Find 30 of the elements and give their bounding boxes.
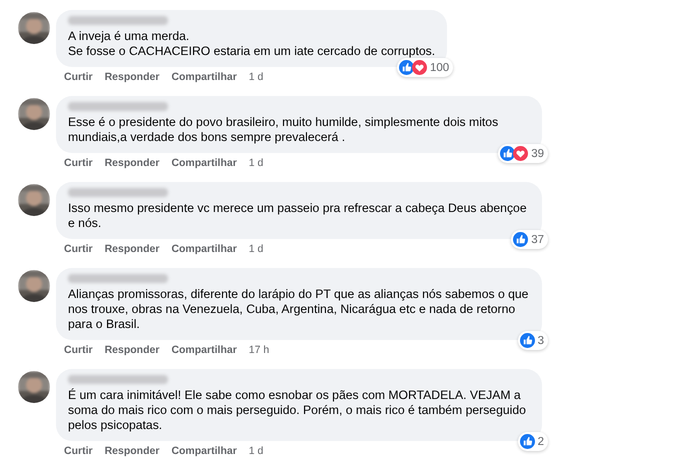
comment-time[interactable]: 1 d <box>248 157 264 169</box>
comment-time[interactable]: 17 h <box>248 344 270 356</box>
comment-text: A inveja é uma merda. Se fosse o CACHACEIRO estaria em um iate cercado de corruptos. <box>68 29 436 59</box>
action-link[interactable]: Curtir <box>64 344 93 356</box>
action-link[interactable]: Curtir <box>64 445 93 457</box>
action-link[interactable]: Compartilhar <box>171 71 237 83</box>
action-link[interactable]: Responder <box>104 344 160 356</box>
action-link[interactable]: Compartilhar <box>171 157 237 169</box>
action-link[interactable]: Responder <box>104 445 160 457</box>
comment-time[interactable]: 1 d <box>248 243 264 255</box>
action-link[interactable]: Compartilhar <box>171 445 237 457</box>
action-link[interactable]: Curtir <box>64 243 93 255</box>
action-link[interactable]: Curtir <box>64 157 93 169</box>
comment-text: Alianças promissoras, diferente do larápio do PT que as alianças nós sabemos o que nos trouxe, obras na Venezuela, Cuba, Argentina, Nicarágua etc e nada de retorno para o Brasil. <box>68 287 530 332</box>
comment-time[interactable]: 1 d <box>248 71 264 83</box>
reaction-number: 100 <box>430 62 450 74</box>
reaction-number: 39 <box>531 148 544 160</box>
comment-text: É um cara inimitável! Ele sabe como esnobar os pães com MORTADELA. VEJAM a soma do mais rico com o mais perseguido. Porém, o mais rico é também perseguido pelos psicopatas. <box>68 388 527 433</box>
action-link[interactable]: Curtir <box>64 71 93 83</box>
comment-text: Esse é o presidente do povo brasileiro, muito humilde, simplesmente dois mitos mundiais,a verdade dos bons sempre prevalecerá . <box>68 115 500 145</box>
action-link[interactable]: Responder <box>104 243 160 255</box>
comment-time[interactable]: 1 d <box>248 445 264 457</box>
comment-text: Isso mesmo presidente vc merece um passeio pra refrescar a cabeça Deus abençoe e nós. <box>68 201 528 231</box>
action-link[interactable]: Compartilhar <box>171 243 237 255</box>
action-link[interactable]: Compartilhar <box>171 344 237 356</box>
action-link[interactable]: Responder <box>104 71 160 83</box>
reaction-number: 2 <box>538 436 544 448</box>
action-link[interactable]: Responder <box>104 157 160 169</box>
reaction-number: 3 <box>538 334 544 346</box>
reaction-number: 37 <box>531 234 544 246</box>
